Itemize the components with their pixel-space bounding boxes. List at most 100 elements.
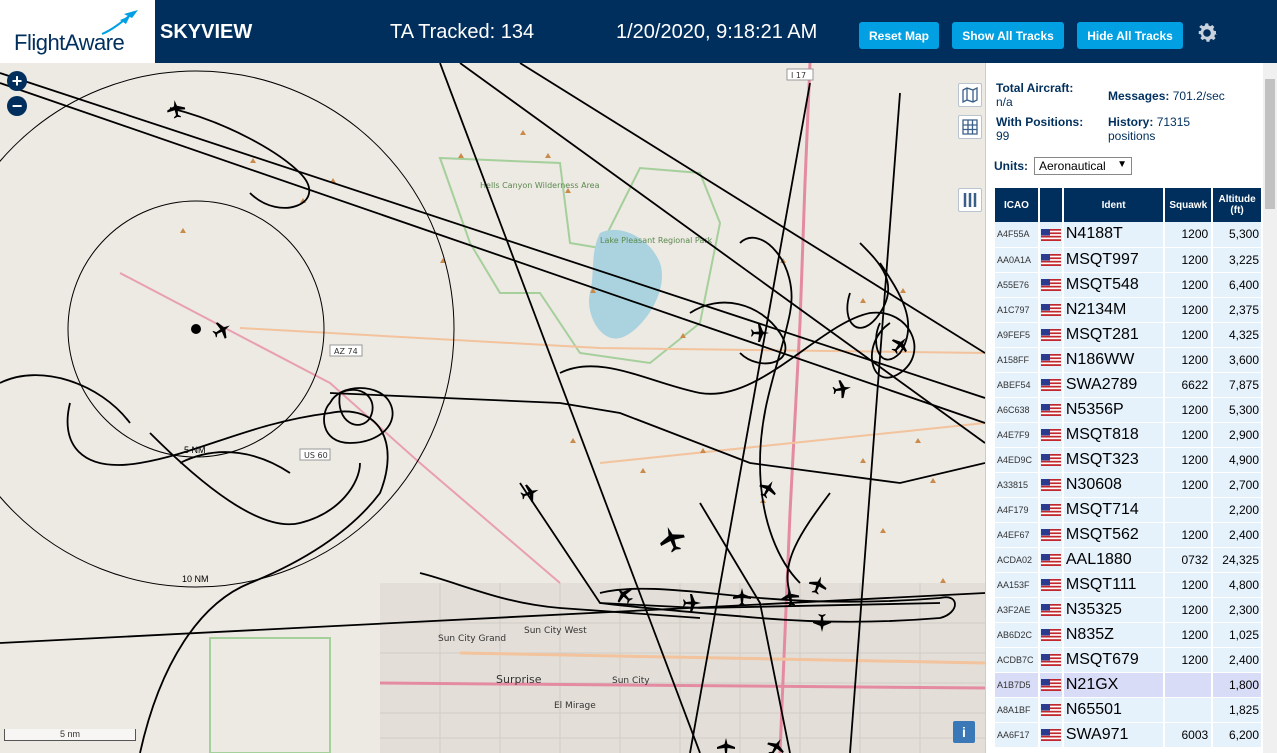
us-flag-icon: [1038, 347, 1064, 373]
total-aircraft-value: n/a: [996, 95, 1013, 109]
units-select[interactable]: Aeronautical ▼: [1034, 157, 1132, 175]
table-row[interactable]: A8A1BF N65501 1,825: [995, 697, 1263, 723]
us-flag-icon: [1038, 547, 1064, 573]
map-view[interactable]: Hells Canyon Wilderness Area Lake Pleasa…: [0, 63, 985, 753]
ident-cell: N21GX: [1062, 672, 1166, 698]
place-label: Hells Canyon Wilderness Area: [480, 181, 600, 190]
icao-cell: A8A1BF: [995, 697, 1040, 723]
col-ident[interactable]: Ident: [1062, 188, 1166, 222]
col-squawk[interactable]: Squawk: [1164, 188, 1214, 222]
ident-cell: N2134M: [1062, 297, 1166, 323]
messages-label: Messages:: [1108, 89, 1170, 103]
reset-map-button[interactable]: Reset Map: [859, 22, 939, 49]
table-row[interactable]: A4ED9C MSQT323 1200 4,900: [995, 447, 1263, 473]
table-row[interactable]: ABEF54 SWA2789 6622 7,875: [995, 372, 1263, 398]
ident-cell: MSQT548: [1062, 272, 1166, 298]
table-row[interactable]: ACDA02 AAL1880 0732 24,325: [995, 547, 1263, 573]
table-row[interactable]: AA0A1A MSQT997 1200 3,225: [995, 247, 1263, 273]
table-row[interactable]: A4E7F9 MSQT818 1200 2,900: [995, 422, 1263, 448]
aircraft-table[interactable]: ICAO Ident Squawk Altitude (ft) A4F55A N4…: [995, 188, 1263, 748]
table-row[interactable]: A1B7D5 N21GX 1,800: [995, 672, 1263, 698]
column-toggle-button[interactable]: [958, 188, 982, 212]
gear-icon[interactable]: [1194, 20, 1220, 46]
table-row[interactable]: A3F2AE N35325 1200 2,300: [995, 597, 1263, 623]
squawk-cell: 6622: [1164, 372, 1214, 398]
table-row[interactable]: A33815 N30608 1200 2,700: [995, 472, 1263, 498]
scrollbar[interactable]: [1263, 63, 1277, 753]
info-icon[interactable]: i: [953, 721, 975, 743]
squawk-cell: 1200: [1164, 447, 1214, 473]
us-flag-icon: [1038, 447, 1064, 473]
ident-cell: N5356P: [1062, 397, 1166, 423]
us-flag-icon: [1038, 522, 1064, 548]
altitude-cell: 7,875: [1212, 372, 1263, 398]
zoom-out-button[interactable]: −: [7, 96, 27, 116]
us-flag-icon: [1038, 647, 1064, 673]
ident-cell: MSQT714: [1062, 497, 1166, 523]
total-aircraft-label: Total Aircraft:: [996, 81, 1074, 95]
icao-cell: AA153F: [995, 572, 1040, 598]
map-layers-button[interactable]: [958, 83, 982, 107]
icao-cell: A4E7F9: [995, 422, 1040, 448]
altitude-cell: 2,400: [1212, 647, 1263, 673]
us-flag-icon: [1038, 597, 1064, 623]
table-row[interactable]: AA6F17 SWA971 6003 6,200: [995, 722, 1263, 748]
table-row[interactable]: A4F179 MSQT714 2,200: [995, 497, 1263, 523]
scale-bar: 5 nm: [4, 729, 136, 741]
ident-cell: MSQT997: [1062, 247, 1166, 273]
ident-cell: N30608: [1062, 472, 1166, 498]
table-row[interactable]: A158FF N186WW 1200 3,600: [995, 347, 1263, 373]
flightaware-logo[interactable]: FlightAware: [0, 0, 155, 63]
history: History: 71315 positions: [1108, 115, 1190, 143]
table-row[interactable]: ACDB7C MSQT679 1200 2,400: [995, 647, 1263, 673]
us-flag-icon: [1038, 422, 1064, 448]
map-canvas[interactable]: Hells Canyon Wilderness Area Lake Pleasa…: [0, 63, 985, 753]
table-row[interactable]: A1C797 N2134M 1200 2,375: [995, 297, 1263, 323]
tracked-count: TA Tracked: 134: [390, 21, 535, 43]
messages-rate: Messages: 701.2/sec: [1108, 89, 1225, 103]
altitude-cell: 1,800: [1212, 672, 1263, 698]
table-row[interactable]: A55E76 MSQT548 1200 6,400: [995, 272, 1263, 298]
map-icon: [962, 87, 978, 103]
icao-cell: A55E76: [995, 272, 1040, 298]
map-grid-button[interactable]: [958, 115, 982, 139]
scrollbar-thumb[interactable]: [1265, 79, 1275, 209]
ident-cell: N35325: [1062, 597, 1166, 623]
icao-cell: A158FF: [995, 347, 1040, 373]
squawk-cell: 1200: [1164, 347, 1214, 373]
app-name: SKYVIEW: [160, 21, 253, 43]
altitude-cell: 4,900: [1212, 447, 1263, 473]
range-ring-label: 5 NM: [184, 445, 206, 455]
icao-cell: ACDA02: [995, 547, 1040, 573]
grid-icon: [962, 119, 978, 135]
squawk-cell: 1200: [1164, 622, 1214, 648]
hide-all-tracks-button[interactable]: Hide All Tracks: [1077, 22, 1183, 49]
altitude-cell: 6,200: [1212, 722, 1263, 748]
col-icao[interactable]: ICAO: [995, 188, 1040, 222]
table-row[interactable]: A6C638 N5356P 1200 5,300: [995, 397, 1263, 423]
table-row[interactable]: AB6D2C N835Z 1200 1,025: [995, 622, 1263, 648]
history-value: 71315: [1156, 115, 1191, 129]
altitude-cell: 4,325: [1212, 322, 1263, 348]
squawk-cell: [1164, 672, 1214, 698]
col-altitude[interactable]: Altitude (ft): [1212, 188, 1263, 222]
squawk-cell: 1200: [1164, 647, 1214, 673]
squawk-cell: [1164, 497, 1214, 523]
icao-cell: A4ED9C: [995, 447, 1040, 473]
table-row[interactable]: A9FEF5 MSQT281 1200 4,325: [995, 322, 1263, 348]
us-flag-icon: [1038, 622, 1064, 648]
us-flag-icon: [1038, 272, 1064, 298]
col-flag[interactable]: [1038, 188, 1064, 222]
road-label: US 60: [304, 451, 328, 460]
table-row[interactable]: A4EF67 MSQT562 1200 2,400: [995, 522, 1263, 548]
zoom-in-button[interactable]: +: [7, 71, 27, 91]
show-all-tracks-button[interactable]: Show All Tracks: [952, 22, 1064, 49]
ident-cell: N65501: [1062, 697, 1166, 723]
table-row[interactable]: A4F55A N4188T 1200 5,300: [995, 222, 1263, 248]
ident-cell: MSQT281: [1062, 322, 1166, 348]
table-row[interactable]: AA153F MSQT111 1200 4,800: [995, 572, 1263, 598]
altitude-cell: 3,600: [1212, 347, 1263, 373]
us-flag-icon: [1038, 497, 1064, 523]
altitude-cell: 2,700: [1212, 472, 1263, 498]
positions-value: 99: [996, 129, 1010, 143]
